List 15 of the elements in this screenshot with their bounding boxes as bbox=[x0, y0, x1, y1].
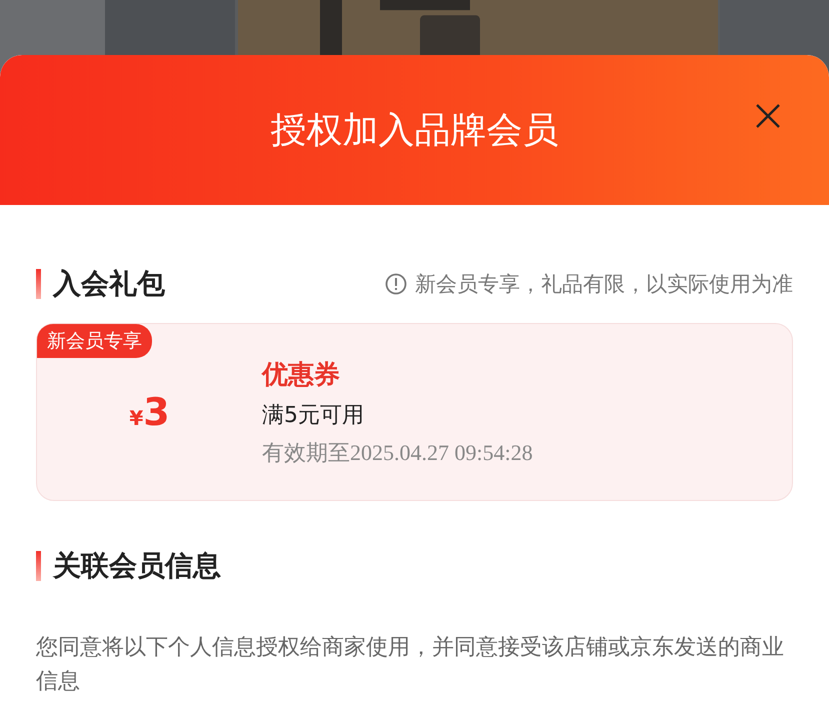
member-tag: 新会员专享 bbox=[37, 324, 152, 358]
description-text: 您同意将以下个人信息授权给商家使用，并同意接受该店铺或京东发送的商业信息 bbox=[36, 634, 785, 696]
section-heading: 关联会员信息 bbox=[53, 548, 221, 584]
accent-bar bbox=[36, 551, 41, 581]
accent-bar bbox=[36, 269, 41, 299]
info-icon bbox=[385, 273, 407, 295]
coupon-validity: 有效期至2025.04.27 09:54:28 bbox=[262, 438, 533, 466]
notice-text: 新会员专享，礼品有限，以实际使用为准 bbox=[415, 271, 793, 298]
currency-symbol: ¥ bbox=[129, 406, 144, 430]
close-icon[interactable] bbox=[754, 102, 782, 130]
coupon-name: 优惠券 bbox=[262, 358, 341, 392]
coupon-amount: 3 bbox=[143, 390, 170, 434]
coupon-condition: 满5元可用 bbox=[262, 402, 365, 430]
dialog-title: 授权加入品牌会员 bbox=[270, 108, 558, 152]
section-heading: 入会礼包 bbox=[53, 266, 165, 302]
